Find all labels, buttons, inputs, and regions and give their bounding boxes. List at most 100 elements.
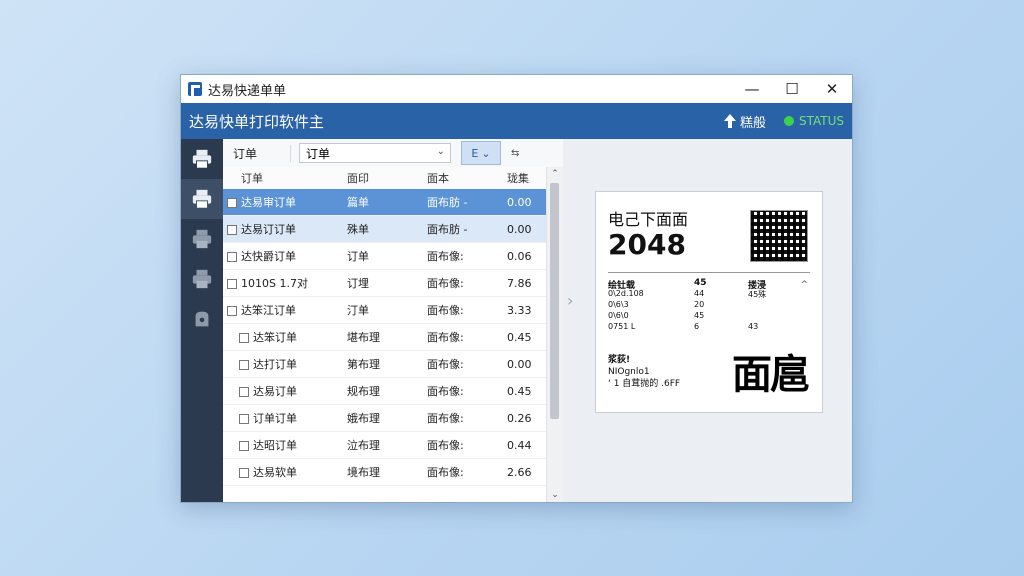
table-row[interactable]: 达易软单 境布理 面布像: 2.66	[223, 459, 547, 486]
row-checkbox[interactable]	[239, 441, 249, 451]
scroll-up-icon[interactable]: ⌃	[547, 167, 563, 181]
table-header: 订单 面印 面本 珑集	[223, 167, 547, 190]
chevron-right-icon[interactable]: ›	[567, 291, 573, 310]
table-row[interactable]: 订单订单 娥布理 面布像: 0.26	[223, 405, 547, 432]
title-bar: 达易快递单单 — ☐ ✕	[181, 75, 852, 104]
order-name-cell: 达易订单	[223, 383, 347, 399]
label-detail-head: 绘钍载 45 搂浸	[608, 278, 767, 291]
table-cell: 第布理	[347, 358, 380, 371]
table-cell: 面布肪 -	[427, 196, 468, 209]
table-row[interactable]: 达易订单 规布理 面布像: 0.45	[223, 378, 547, 405]
app-header: 达易快单打印软件主 糕般 STATUS	[181, 103, 852, 139]
order-name-cell: 达昭订单	[223, 437, 347, 453]
toolbar-label: 订单	[223, 144, 291, 162]
printer-icon	[192, 229, 212, 249]
table-cell: 0.26	[507, 411, 532, 425]
table-cell: 面布像:	[427, 277, 464, 290]
table-cell: 面布像:	[427, 466, 464, 479]
column-header[interactable]: 面本	[427, 170, 507, 186]
scroll-down-icon[interactable]: ⌄	[547, 488, 563, 502]
header-title: 达易快单打印软件主	[189, 112, 325, 131]
maximize-button[interactable]: ☐	[772, 75, 812, 103]
order-name-cell: 达易审订单	[223, 194, 347, 210]
column-header[interactable]: 面印	[347, 170, 427, 186]
order-name-cell: 达易软单	[223, 464, 347, 480]
row-checkbox[interactable]	[239, 414, 249, 424]
window-title: 达易快递单单	[208, 83, 287, 99]
label-detail-row: 0\6\3 20	[608, 300, 705, 309]
shipping-label-preview: 电己下面面 2048 绘钍载 45 搂浸 0\2d.108 44 45殊 0\6…	[595, 191, 823, 413]
vertical-scrollbar[interactable]: ⌃ ⌄	[546, 167, 563, 502]
table-row[interactable]: 达易审订单 篇单 面布肪 - 0.00	[223, 189, 547, 216]
row-checkbox[interactable]	[239, 333, 249, 343]
filter-button[interactable]: E ⌄	[461, 141, 501, 165]
row-checkbox[interactable]	[239, 360, 249, 370]
label-detail-row: 0\2d.108 44 45殊	[608, 289, 767, 299]
table-cell: 0.44	[507, 438, 532, 452]
column-header[interactable]: 珑集	[507, 170, 547, 186]
table-cell: 面布像:	[427, 250, 464, 263]
row-checkbox[interactable]	[227, 252, 237, 262]
table-row[interactable]: 达笨订单 堪布理 面布像: 0.45	[223, 324, 547, 351]
settings-icon[interactable]: ⇆	[511, 148, 519, 159]
row-checkbox[interactable]	[227, 225, 237, 235]
table-row[interactable]: 达昭订单 泣布理 面布像: 0.44	[223, 432, 547, 459]
preview-pane: › 电己下面面 2048 绘钍载 45 搂浸 0\2d.108 44 45殊 0…	[563, 139, 852, 502]
table-cell: 面布肪 -	[427, 223, 468, 236]
order-name-text: 达易软单	[253, 466, 297, 479]
table-cell: 订埋	[347, 277, 369, 290]
order-type-select[interactable]: 订单 ⌄	[299, 143, 451, 163]
table-cell: 娥布理	[347, 412, 380, 425]
table-row[interactable]: 达打订单 第布理 面布像: 0.00	[223, 351, 547, 378]
order-name-text: 达快爵订单	[241, 250, 296, 263]
chevron-up-icon: ^	[800, 280, 808, 290]
table-cell: 7.86	[507, 276, 532, 290]
table-row[interactable]: 达快爵订单 订单 面布像: 0.06	[223, 243, 547, 270]
printer-icon	[192, 149, 212, 169]
row-checkbox[interactable]	[227, 198, 237, 208]
order-name-cell: 达快爵订单	[223, 248, 347, 264]
table-cell: 3.33	[507, 303, 532, 317]
table-cell: 0.45	[507, 384, 532, 398]
header-actions: 糕般 STATUS	[723, 103, 844, 139]
chevron-down-icon: ⌄	[436, 146, 445, 157]
printer-icon	[192, 269, 212, 289]
sidebar-item-bag[interactable]	[181, 299, 223, 339]
table-cell: 面布像:	[427, 385, 464, 398]
chevron-down-icon: ⌄	[481, 146, 491, 160]
scroll-thumb[interactable]	[550, 183, 559, 419]
status-indicator: STATUS	[783, 114, 844, 128]
column-header[interactable]: 订单	[223, 170, 347, 186]
sidebar-item-print-2[interactable]	[181, 179, 223, 219]
minimize-button[interactable]: —	[732, 75, 772, 103]
row-checkbox[interactable]	[227, 279, 237, 289]
table-row[interactable]: 达易订订单 殊单 面布肪 - 0.00	[223, 216, 547, 243]
table-cell: 面布像:	[427, 331, 464, 344]
table-row[interactable]: 1010S 1.7对 订埋 面布像: 7.86	[223, 270, 547, 297]
label-details: 绘钍载 45 搂浸 0\2d.108 44 45殊 0\6\3 20 0\6\0…	[608, 278, 808, 333]
label-detail-row: 0\6\0 45	[608, 311, 705, 320]
list-toolbar: 订单 订单 ⌄ E ⌄ ⇆	[223, 139, 563, 168]
sidebar	[181, 139, 223, 502]
table-cell: 0.45	[507, 330, 532, 344]
table-cell: 面布像:	[427, 304, 464, 317]
table-row[interactable]: 达笨江订单 汀单 面布像: 3.33	[223, 297, 547, 324]
sidebar-item-print-4[interactable]	[181, 259, 223, 299]
qr-code-icon	[750, 210, 808, 262]
row-checkbox[interactable]	[239, 468, 249, 478]
sidebar-item-print-1[interactable]	[181, 139, 223, 179]
sidebar-item-print-3[interactable]	[181, 219, 223, 259]
upload-button[interactable]: 糕般	[723, 112, 766, 131]
table-cell: 面布像:	[427, 439, 464, 452]
close-button[interactable]: ✕	[812, 75, 852, 103]
row-checkbox[interactable]	[239, 387, 249, 397]
order-name-text: 达易审订单	[241, 196, 296, 209]
printer-icon	[192, 189, 212, 209]
filter-label: E	[471, 146, 479, 160]
upload-label: 糕般	[739, 115, 766, 131]
order-name-text: 1010S 1.7对	[241, 277, 308, 290]
row-checkbox[interactable]	[227, 306, 237, 316]
table-cell: 篇单	[347, 196, 369, 209]
order-name-text: 达昭订单	[253, 439, 297, 452]
table-cell: 0.06	[507, 249, 532, 263]
